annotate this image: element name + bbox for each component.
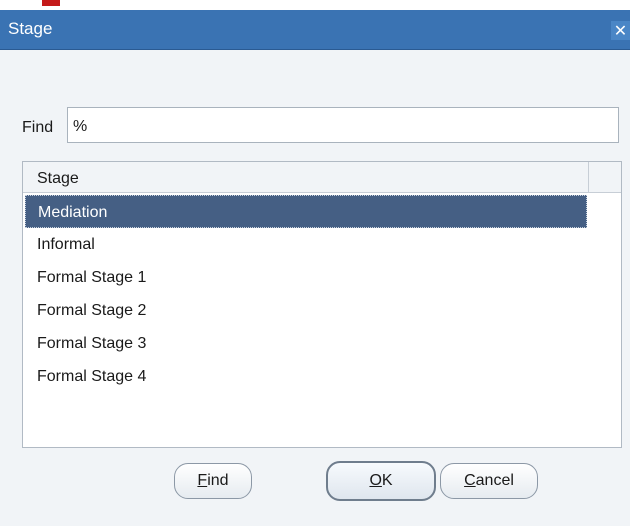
cancel-button-mnemonic: C bbox=[464, 472, 476, 489]
find-input[interactable]: % bbox=[67, 107, 619, 143]
dialog-title: Stage bbox=[8, 19, 53, 38]
close-icon[interactable]: ✕ bbox=[611, 21, 630, 40]
find-label: Find bbox=[22, 119, 54, 136]
cancel-button[interactable]: Cancel bbox=[440, 463, 538, 499]
list-item[interactable]: Formal Stage 3 bbox=[25, 327, 587, 360]
find-button[interactable]: Find bbox=[174, 463, 252, 499]
ok-button-label: K bbox=[381, 472, 393, 489]
stage-list[interactable]: Stage Mediation Informal Formal Stage 1 … bbox=[22, 161, 622, 448]
window-top-strip bbox=[0, 0, 630, 10]
find-button-mnemonic: F bbox=[197, 472, 208, 489]
ok-button-mnemonic: O bbox=[369, 472, 382, 489]
app-marker bbox=[42, 0, 60, 6]
stage-dialog: Stage ✕ Find % Stage Mediation Informal … bbox=[0, 10, 630, 526]
list-header-corner bbox=[589, 162, 621, 193]
cancel-button-label: ancel bbox=[475, 472, 514, 489]
list-item[interactable]: Mediation bbox=[25, 195, 587, 228]
column-header-label: Stage bbox=[37, 170, 79, 187]
list-item[interactable]: Informal bbox=[25, 228, 587, 261]
ok-button[interactable]: OK bbox=[326, 461, 436, 501]
list-item[interactable]: Formal Stage 1 bbox=[25, 261, 587, 294]
title-bar[interactable]: Stage ✕ bbox=[0, 10, 630, 50]
list-item[interactable]: Formal Stage 4 bbox=[25, 360, 587, 393]
find-button-label: ind bbox=[207, 472, 229, 489]
column-header-stage[interactable]: Stage bbox=[23, 162, 589, 193]
list-item[interactable]: Formal Stage 2 bbox=[25, 294, 587, 327]
